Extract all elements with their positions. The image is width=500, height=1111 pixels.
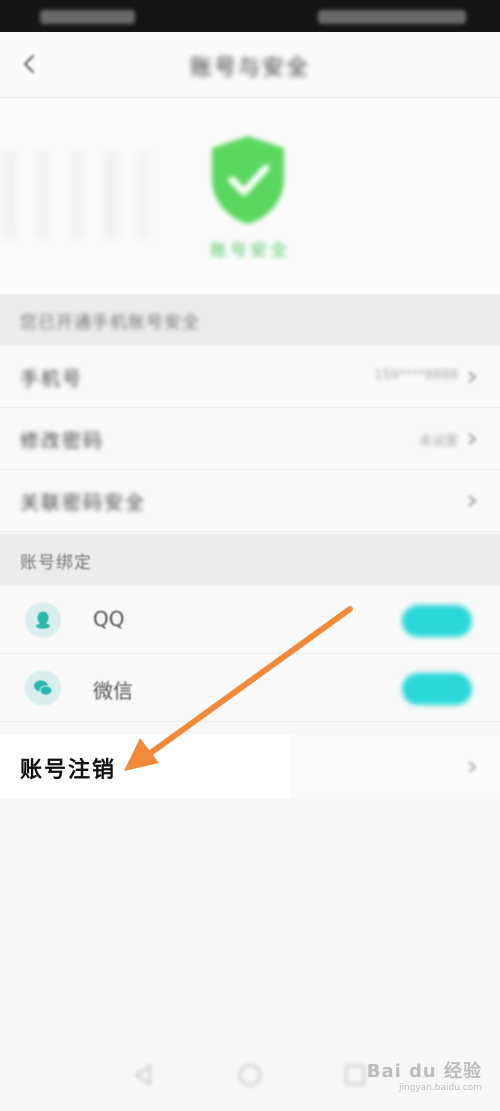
- security-status-text: 账号安全: [210, 241, 290, 261]
- chevron-right-icon: [468, 433, 477, 445]
- qq-icon: [25, 602, 61, 638]
- phone-row[interactable]: 手机号 159****8888: [0, 346, 500, 408]
- wechat-icon: [25, 670, 61, 706]
- chevron-right-icon: [468, 761, 477, 773]
- qq-binding-row[interactable]: QQ 绑定: [0, 586, 500, 654]
- account-cancel-label: 账号注销: [20, 757, 117, 783]
- password-row[interactable]: 修改密码 未设置: [0, 408, 500, 470]
- wechat-label: 微信: [93, 679, 133, 703]
- nav-home-icon[interactable]: [237, 1062, 263, 1088]
- baidu-watermark: Bai du 经验 jingyan.baidu.com: [367, 1057, 482, 1093]
- account-cancel-row[interactable]: 账号注销: [0, 735, 500, 799]
- chevron-right-icon: [468, 495, 477, 507]
- nav-recents-icon[interactable]: [342, 1062, 368, 1088]
- phone-label: 手机号: [20, 368, 84, 390]
- watermark-brand: Bai du 经验: [366, 1061, 482, 1082]
- status-right-icons: [318, 10, 466, 24]
- qq-bind-button[interactable]: 绑定: [402, 605, 472, 637]
- wechat-bind-button[interactable]: 绑定: [402, 673, 472, 705]
- status-left-icons: [40, 10, 135, 24]
- binding-list: QQ 绑定 微信 绑定: [0, 586, 500, 722]
- binding-section-header: 账号绑定: [0, 534, 500, 586]
- password-label: 修改密码: [20, 430, 105, 452]
- hero-ghost-pattern: [0, 150, 150, 240]
- nav-bar: 账号与安全: [0, 32, 500, 98]
- linked-security-row[interactable]: 关联密码安全: [0, 470, 500, 532]
- password-value: 未设置: [418, 434, 458, 449]
- status-bar: [0, 0, 500, 32]
- wechat-binding-row[interactable]: 微信 绑定: [0, 654, 500, 722]
- page-title: 账号与安全: [189, 56, 310, 81]
- qq-label: QQ: [93, 607, 125, 631]
- security-section-header: 您已开通手机账号安全: [0, 294, 500, 346]
- binding-section-title: 账号绑定: [20, 553, 92, 573]
- linked-security-label: 关联密码安全: [20, 492, 147, 514]
- shield-check-icon: [212, 136, 284, 224]
- security-section-title: 您已开通手机账号安全: [20, 313, 200, 333]
- security-hero: 账号安全: [0, 98, 500, 294]
- phone-value: 159****8888: [374, 368, 458, 383]
- nav-back-icon[interactable]: [130, 1062, 156, 1088]
- watermark-url: jingyan.baidu.com: [398, 1083, 482, 1093]
- security-list: 手机号 159****8888 修改密码 未设置 关联密码安全: [0, 346, 500, 532]
- chevron-right-icon: [468, 371, 477, 383]
